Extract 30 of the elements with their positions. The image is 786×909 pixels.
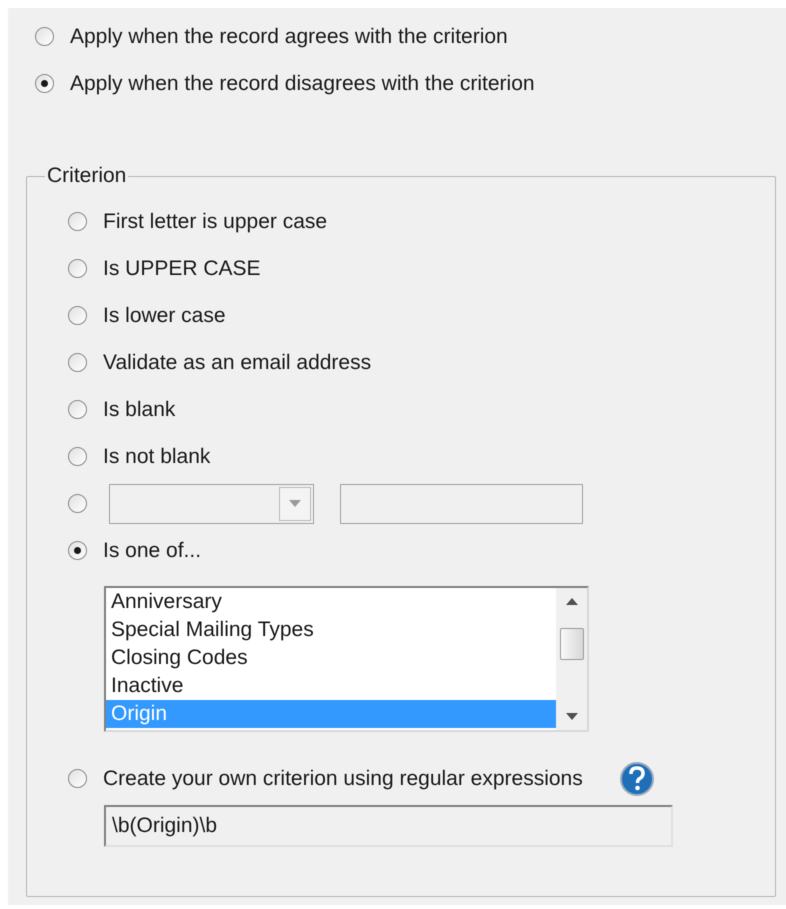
radio-button[interactable] [68, 400, 87, 419]
radio-button[interactable] [68, 769, 87, 788]
option-label: Create your own criterion using regular expressions [103, 766, 583, 792]
option-label: Is UPPER CASE [103, 256, 261, 282]
option-label: Apply when the record agrees with the criterion [70, 24, 508, 50]
option-label: Is one of... [103, 538, 202, 564]
radio-button[interactable] [68, 447, 87, 466]
radio-button[interactable] [35, 74, 54, 93]
option-label: Is lower case [103, 302, 226, 329]
option-label: First letter is upper case [103, 208, 328, 235]
regex-field[interactable]: \b(Origin)\b [104, 805, 673, 847]
value-field[interactable] [340, 484, 583, 524]
help-icon[interactable] [618, 760, 655, 796]
options-listbox[interactable]: Anniversary Special Mailing Types Closing Codes Inactive Origin [104, 586, 589, 732]
radio-button[interactable] [68, 353, 87, 372]
radio-button[interactable] [68, 259, 87, 278]
option-label: Is blank [103, 396, 176, 423]
radio-button[interactable] [68, 306, 87, 325]
scroll-thumb[interactable] [560, 628, 584, 660]
scrollbar[interactable] [556, 588, 587, 730]
scroll-down-icon[interactable] [566, 713, 578, 720]
radio-button[interactable] [68, 212, 87, 231]
option-label: Validate as an email address [103, 350, 372, 376]
option-label: Is not blank [103, 444, 210, 470]
operator-dropdown[interactable] [109, 484, 314, 524]
radio-button[interactable] [35, 27, 54, 46]
option-label: Apply when the record disagrees with the criterion [70, 70, 535, 97]
radio-button[interactable] [68, 494, 87, 513]
radio-button[interactable] [68, 541, 87, 560]
scroll-up-icon[interactable] [566, 598, 578, 605]
